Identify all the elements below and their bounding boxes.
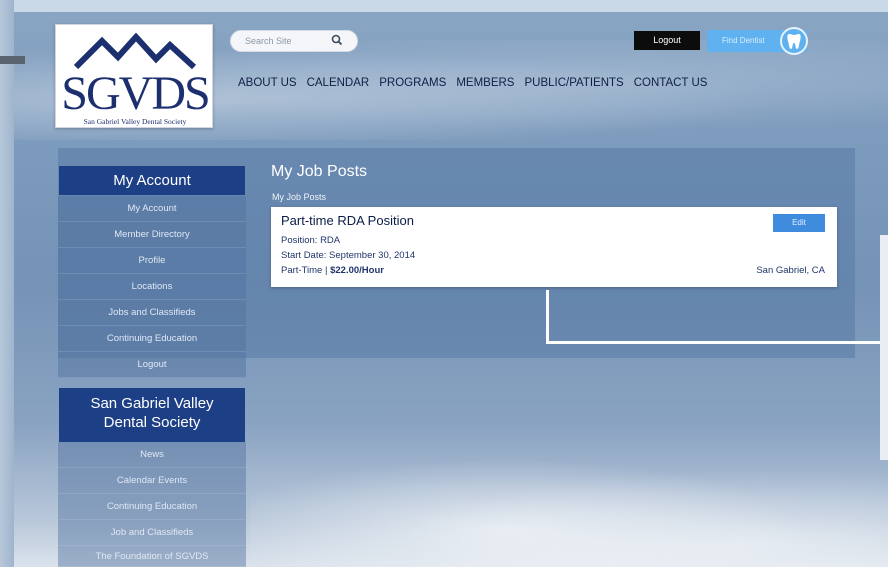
sidebar-item-news[interactable]: News (58, 442, 246, 468)
nav-public-patients[interactable]: PUBLIC/PATIENTS (524, 77, 623, 89)
tooth-icon (787, 34, 801, 49)
job-location: San Gabriel, CA (756, 265, 825, 276)
sidebar: My Account My Account Member Directory P… (58, 166, 246, 567)
search-input[interactable]: Search Site (230, 30, 358, 52)
page-title: My Job Posts (271, 163, 368, 180)
sidebar-item-society-continuing-education[interactable]: Continuing Education (58, 494, 246, 520)
cloud-background (250, 440, 888, 567)
sidebar-item-job-classifieds[interactable]: Job and Classifieds (58, 520, 246, 546)
job-post-card: Part-time RDA Position Edit Position: RD… (271, 207, 837, 287)
right-frame-edge (880, 235, 888, 460)
sidebar-item-continuing-education[interactable]: Continuing Education (58, 326, 246, 352)
job-position: Position: RDA (281, 235, 341, 246)
search-icon[interactable] (331, 34, 343, 49)
site-logo[interactable]: SGVDS San Gabriel Valley Dental Society (55, 24, 213, 128)
sidebar-item-foundation[interactable]: The Foundation of SGVDS (58, 546, 246, 567)
sidebar-title-my-account: My Account (59, 166, 245, 195)
logo-subtitle: San Gabriel Valley Dental Society (83, 117, 187, 126)
job-pay: $22.00/Hour (330, 265, 384, 276)
sidebar-item-profile[interactable]: Profile (58, 248, 246, 274)
sidebar-item-logout[interactable]: Logout (58, 352, 246, 378)
nav-about-us[interactable]: ABOUT US (238, 77, 297, 89)
breadcrumb: My Job Posts (272, 192, 327, 202)
header-logout-button[interactable]: Logout (634, 31, 700, 50)
callout-line-vertical (546, 290, 549, 342)
find-dentist-label: Find Dentist (722, 36, 765, 45)
callout-line-horizontal (546, 341, 886, 344)
job-type-pay: Part-Time | $22.00/Hour (281, 265, 384, 276)
sidebar-title-society: San Gabriel Valley Dental Society (59, 388, 245, 442)
nav-programs[interactable]: PROGRAMS (379, 77, 446, 89)
left-edge (0, 0, 14, 567)
sidebar-item-calendar-events[interactable]: Calendar Events (58, 468, 246, 494)
sidebar-item-member-directory[interactable]: Member Directory (58, 222, 246, 248)
nav-members[interactable]: MEMBERS (456, 77, 514, 89)
sidebar-item-my-account[interactable]: My Account (58, 196, 246, 222)
nav-contact-us[interactable]: CONTACT US (634, 77, 708, 89)
mountain-logo-icon (74, 33, 196, 69)
job-type: Part-Time | (281, 265, 331, 276)
nav-calendar[interactable]: CALENDAR (307, 77, 370, 89)
logo-letters: SGVDS (61, 67, 210, 120)
sidebar-item-jobs-classifieds[interactable]: Jobs and Classifieds (58, 300, 246, 326)
job-start-date: Start Date: September 30, 2014 (281, 250, 416, 261)
search-placeholder: Search Site (245, 36, 292, 46)
top-strip (0, 0, 888, 12)
job-title[interactable]: Part-time RDA Position (281, 213, 414, 228)
tooth-badge[interactable] (780, 27, 808, 55)
side-marker (0, 56, 25, 64)
main-nav: ABOUT US CALENDAR PROGRAMS MEMBERS PUBLI… (238, 77, 707, 89)
sidebar-item-locations[interactable]: Locations (58, 274, 246, 300)
edit-button[interactable]: Edit (773, 214, 825, 232)
